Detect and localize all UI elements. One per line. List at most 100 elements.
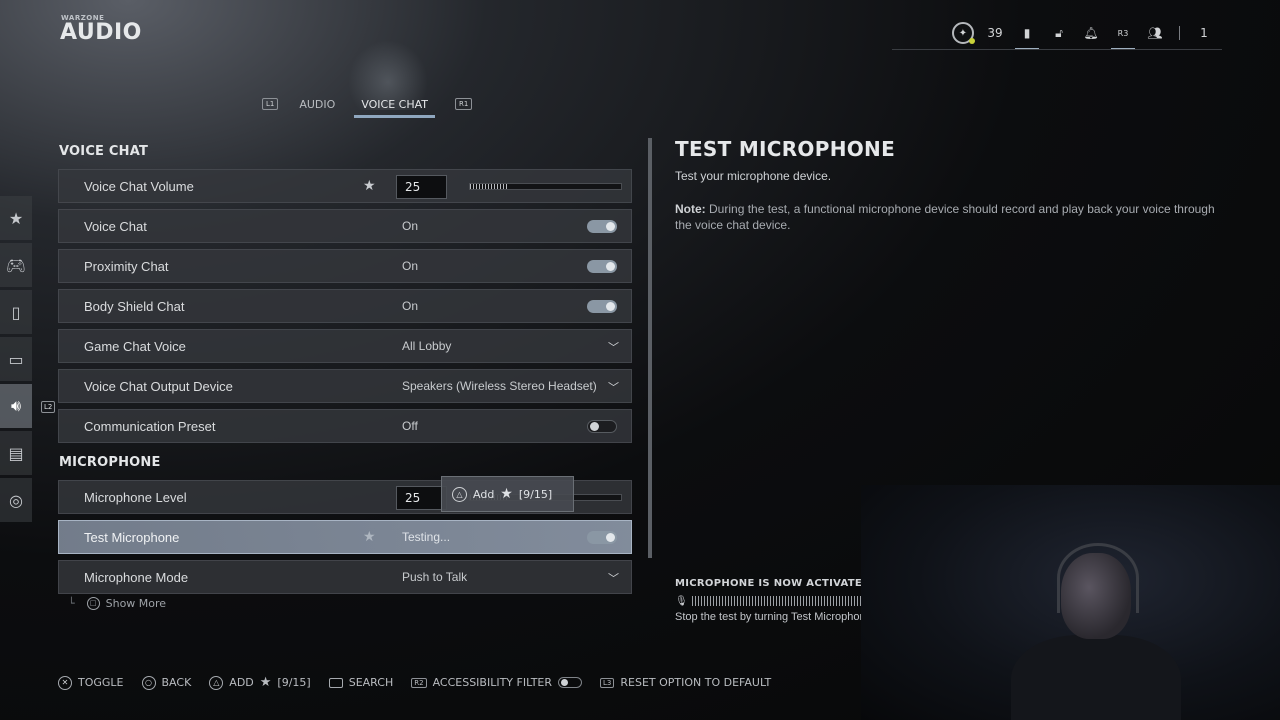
top-status-bar: ✦ 39 ▮ 🔓︎ 🔔︎ R3 👥︎ 1 [947,16,1220,50]
setting-label: Game Chat Voice [84,338,186,354]
body-shield-chat-row[interactable]: Body Shield Chat On [58,289,632,323]
mouse-category[interactable]: ▯ [0,290,32,334]
chevron-down-icon: ﹀ [608,341,619,354]
l3-hint: L3 [600,677,615,688]
voice-chat-volume-input[interactable]: 25 [396,175,447,199]
person-body [1011,635,1181,720]
tab-bar: L1 AUDIO VOICE CHAT R1 [258,92,476,118]
interface-icon: ▤ [8,443,24,463]
r1-hint[interactable]: R1 [455,98,473,110]
store-button[interactable]: ▮ [1011,16,1043,50]
add-count: [9/15] [277,676,311,689]
touchpad-icon [328,677,343,688]
r3-hint[interactable]: R3 [1107,16,1139,50]
microphone-icon: 🎙︎ [675,595,688,607]
favorite-star-icon[interactable]: ★ [363,529,376,545]
setting-label: Microphone Level [84,489,187,505]
interface-category[interactable]: ▤ [0,431,32,475]
communication-preset-row[interactable]: Communication Preset Off [58,409,632,443]
lock-icon: 🔓︎ [1055,25,1063,40]
test-microphone-row[interactable]: Test Microphone ★ Testing... [58,520,632,554]
favorites-category[interactable]: ★ [0,196,32,240]
accessibility-toggle[interactable] [558,677,583,688]
tooltip-label: Add [473,487,495,501]
microphone-mode-row[interactable]: Microphone Mode Push to Talk ﹀ [58,560,632,594]
voice-chat-volume-row[interactable]: Voice Chat Volume ★ 25 [58,169,632,203]
microphone-level-input[interactable]: 25 [396,486,447,510]
search-hint[interactable]: SEARCH [328,676,394,689]
graphics-category[interactable]: ▭ [0,337,32,381]
body-shield-chat-toggle[interactable] [587,300,617,313]
communication-preset-toggle[interactable] [587,420,617,433]
controller-category[interactable]: 🎮︎ [0,243,32,287]
star-icon: ★ [8,208,24,228]
slider-fill [470,184,508,189]
reset-default-hint[interactable]: L3 RESET OPTION TO DEFAULT [600,676,771,689]
tree-connector: └ [68,597,75,610]
triangle-button-icon: △ [452,486,467,502]
note-label: Note: [675,202,706,216]
proximity-chat-row[interactable]: Proximity Chat On [58,249,632,283]
notifications-button[interactable]: 🔔︎ [1075,16,1107,50]
setting-value: Off [402,419,418,433]
toggle-label: TOGGLE [78,676,124,689]
player-level[interactable]: ✦ [947,16,979,50]
mouse-icon: ▯ [11,302,21,322]
l2-hint: L2 [41,401,56,413]
tab-audio[interactable]: AUDIO [292,94,342,115]
test-microphone-toggle[interactable] [587,531,617,544]
setting-label: Proximity Chat [84,258,169,274]
square-button-icon: □ [86,597,100,610]
tooltip-count: [9/15] [518,487,553,501]
voice-chat-volume-slider[interactable] [469,183,622,190]
detail-note: Note: During the test, a functional micr… [675,201,1215,233]
page-title: AUDIO [60,20,142,45]
party-icon: 👥︎ [1147,26,1163,40]
setting-label: Voice Chat Output Device [84,378,233,394]
detail-subtitle: Test your microphone device. [675,169,832,183]
setting-label: Voice Chat [84,218,147,234]
cross-button-icon: ✕ [58,675,72,690]
network-category[interactable]: ◎ [0,478,32,522]
setting-label: Test Microphone [84,529,180,545]
toggle-hint[interactable]: ✕ TOGGLE [58,675,124,690]
battery-icon: ▮ [1023,26,1031,40]
webcam-overlay [861,485,1280,720]
setting-value: On [402,299,419,313]
add-favorite-hint[interactable]: △ ADD ★ [9/15] [209,675,311,690]
circle-button-icon: ○ [141,675,156,690]
voice-chat-section-title: VOICE CHAT [59,144,149,159]
accessibility-filter-hint[interactable]: R2 ACCESSIBILITY FILTER [411,676,583,689]
triangle-button-icon: △ [209,675,224,690]
add-favorite-tooltip[interactable]: △ Add ★ [9/15] [441,476,574,512]
unlock-button[interactable]: 🔓︎ [1043,16,1075,50]
add-label: ADD [229,676,254,689]
r3-label: R3 [1117,28,1129,38]
setting-label: Voice Chat Volume [84,178,194,194]
player-level-value: 39 [987,26,1003,40]
back-hint[interactable]: ○ BACK [141,675,191,690]
scrollbar[interactable] [648,138,652,558]
mic-stop-text: Stop the test by turning Test Microphon [675,611,861,623]
tab-voice-chat[interactable]: VOICE CHAT [354,94,435,118]
topbar-underline [892,49,1222,50]
l1-hint[interactable]: L1 [262,98,279,110]
search-label: SEARCH [348,676,394,689]
microphone-section-title: MICROPHONE [59,455,161,470]
game-chat-voice-row[interactable]: Game Chat Voice All Lobby ﹀ [58,329,632,363]
setting-value: On [402,219,419,233]
note-text: During the test, a functional microphone… [675,202,1215,232]
output-device-row[interactable]: Voice Chat Output Device Speakers (Wirel… [58,369,632,403]
social-button[interactable]: 👥︎ [1139,16,1171,50]
bell-icon: 🔔︎ [1083,26,1099,40]
show-more-link[interactable]: └ □ Show More [68,597,166,610]
voice-chat-row[interactable]: Voice Chat On [58,209,632,243]
favorite-star-icon[interactable]: ★ [363,178,376,194]
audio-category[interactable]: 🔊︎ [0,384,32,428]
game-chat-voice-select[interactable]: All Lobby [402,339,451,353]
microphone-mode-select[interactable]: Push to Talk [402,570,467,584]
voice-chat-toggle[interactable] [587,220,617,233]
output-device-select[interactable]: Speakers (Wireless Stereo Headset) [402,379,597,393]
proximity-chat-toggle[interactable] [587,260,617,273]
speaker-icon: 🔊︎ [10,396,22,415]
